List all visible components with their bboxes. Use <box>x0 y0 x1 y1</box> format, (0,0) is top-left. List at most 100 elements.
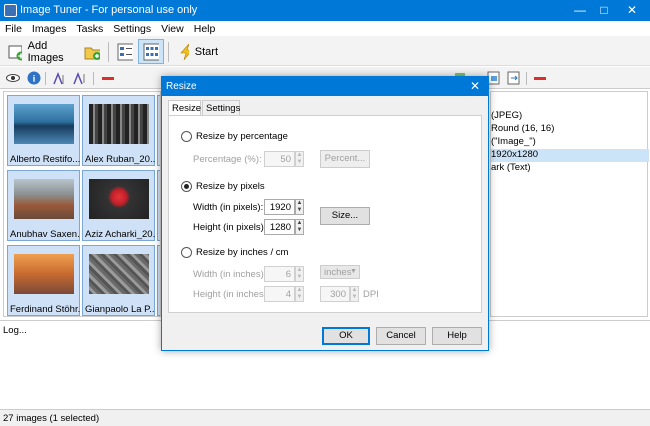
height-pixels-stepper[interactable]: ▲ ▼ <box>295 219 304 235</box>
cancel-button[interactable]: Cancel <box>376 327 426 345</box>
lightning-icon <box>180 43 189 60</box>
resize-tab-panel: Resize by percentage Percentage (%): 50 … <box>168 115 482 313</box>
height-inches-stepper[interactable]: ▲ ▼ <box>295 286 304 302</box>
height-inches-input[interactable]: 4 <box>264 286 295 302</box>
start-label: Start <box>194 45 218 58</box>
thumbnail-caption: Aziz Acharki_20... <box>85 229 155 240</box>
height-pixels-label: Height (in pixels): <box>193 222 267 233</box>
menu-images[interactable]: Images <box>27 21 71 35</box>
toolbar-separator <box>45 72 46 85</box>
height-pixels-input[interactable]: 1280 <box>264 219 295 235</box>
menu-tasks[interactable]: Tasks <box>71 21 108 35</box>
dialog-close-icon[interactable]: ✕ <box>470 79 480 93</box>
remove-task-icon[interactable] <box>532 70 548 86</box>
thumbnail-caption: Alex Ruban_20... <box>85 154 155 165</box>
thumbnail-image <box>89 104 149 144</box>
thumbnail-caption: Gianpaolo La P... <box>85 304 155 315</box>
dpi-input[interactable]: 300 <box>320 286 350 302</box>
percentage-input[interactable]: 50 <box>264 151 295 167</box>
status-text: 27 images (1 selected) <box>3 413 100 424</box>
toolbar-separator <box>168 42 169 62</box>
app-icon <box>4 4 17 17</box>
percentage-label: Percentage (%): <box>193 154 262 165</box>
unit-select[interactable]: inches ▼ <box>320 265 360 279</box>
resize-by-pixels-radio[interactable] <box>181 181 192 192</box>
image-thumbnail[interactable]: Alberto Restifo... <box>7 95 80 166</box>
maximize-button[interactable]: □ <box>590 0 618 21</box>
percentage-stepper[interactable]: ▲ ▼ <box>295 151 304 167</box>
property-line: ark (Text) <box>491 162 531 173</box>
ok-button[interactable]: OK <box>322 327 370 345</box>
add-images-label: Add Images <box>27 39 64 64</box>
start-button[interactable]: Start <box>174 39 222 64</box>
task-export-icon[interactable] <box>506 70 522 86</box>
thumbnail-caption: Anubhav Saxen... <box>10 229 80 240</box>
image-thumbnail[interactable]: Anubhav Saxen... <box>7 170 80 241</box>
toolbar-separator <box>526 72 527 85</box>
width-inches-label: Width (in inches): <box>193 269 267 280</box>
status-bar: 27 images (1 selected) <box>0 409 650 426</box>
chevron-down-icon: ▼ <box>350 268 357 275</box>
resize-dialog: Resize ✕ Resize Settings Resize by perce… <box>161 76 489 351</box>
sort-descending-icon[interactable] <box>72 70 88 86</box>
remove-image-icon[interactable] <box>100 70 116 86</box>
help-button[interactable]: Help <box>432 327 482 345</box>
property-line: ("Image_") <box>491 136 536 147</box>
thumbnail-image <box>14 254 74 294</box>
toolbar-separator <box>93 72 94 85</box>
image-thumbnail[interactable]: Alex Ruban_20... <box>82 95 155 166</box>
menu-help[interactable]: Help <box>189 21 221 35</box>
thumbnail-image <box>89 179 149 219</box>
dpi-label: DPI <box>363 289 379 300</box>
property-line-selected[interactable]: 1920x1280 <box>491 149 649 162</box>
menu-view[interactable]: View <box>156 21 189 35</box>
resize-by-percentage-label: Resize by percentage <box>196 131 288 142</box>
task-properties-panel: (JPEG) Round (16, 16) ("Image_") 1920x12… <box>490 91 649 317</box>
image-thumbnail[interactable]: Ferdinand Stöhr... <box>7 245 80 316</box>
add-folder-icon <box>84 47 100 60</box>
toolbar-separator <box>108 42 109 62</box>
menu-bar: File Images Tasks Settings View Help <box>0 21 650 36</box>
list-view-icon <box>117 43 133 60</box>
title-bar: Image Tuner - For personal use only — □ … <box>0 0 650 21</box>
thumbnail-caption: Ferdinand Stöhr... <box>10 304 80 315</box>
resize-by-pixels-label: Resize by pixels <box>196 181 265 192</box>
window-title: Image Tuner - For personal use only <box>20 4 198 16</box>
width-pixels-input[interactable]: 1920 <box>264 199 295 215</box>
size-button[interactable]: Size... <box>320 207 370 225</box>
image-list: Alberto Restifo... Alex Ruban_20... Anub… <box>3 91 161 317</box>
dialog-title-bar: Resize ✕ <box>162 77 488 96</box>
width-inches-input[interactable]: 6 <box>264 266 295 282</box>
list-view-button[interactable] <box>113 39 137 64</box>
property-line: (JPEG) <box>491 110 523 121</box>
thumbnail-image <box>89 254 149 294</box>
property-line: Round (16, 16) <box>491 123 555 134</box>
width-inches-stepper[interactable]: ▲ ▼ <box>295 266 304 282</box>
eye-icon[interactable] <box>5 70 21 86</box>
thumbnail-view-button[interactable] <box>138 39 164 64</box>
add-folder-button[interactable] <box>80 39 104 64</box>
add-images-button[interactable]: Add Images <box>4 39 76 64</box>
resize-by-inches-radio[interactable] <box>181 247 192 258</box>
resize-by-inches-label: Resize by inches / cm <box>196 247 289 258</box>
log-label: Log... <box>3 325 27 336</box>
thumbnail-image <box>14 179 74 219</box>
image-thumbnail[interactable]: Aziz Acharki_20... <box>82 170 155 241</box>
image-thumbnail[interactable]: Gianpaolo La P... <box>82 245 155 316</box>
width-pixels-stepper[interactable]: ▲ ▼ <box>295 199 304 215</box>
close-window-button[interactable]: ✕ <box>618 0 646 21</box>
sort-ascending-icon[interactable] <box>52 70 68 86</box>
menu-settings[interactable]: Settings <box>108 21 156 35</box>
thumbnail-view-icon <box>143 43 159 60</box>
tab-settings[interactable]: Settings <box>202 100 240 116</box>
height-inches-label: Height (in inches): <box>193 289 270 300</box>
dialog-title: Resize <box>166 81 197 92</box>
resize-by-percentage-radio[interactable] <box>181 131 192 142</box>
width-pixels-label: Width (in pixels): <box>193 202 264 213</box>
dpi-stepper[interactable]: ▲ ▼ <box>350 286 359 302</box>
menu-file[interactable]: File <box>0 21 27 35</box>
info-icon[interactable]: i <box>26 70 42 86</box>
percent-button[interactable]: Percent... <box>320 150 370 168</box>
main-toolbar: Add Images Start <box>0 36 650 66</box>
thumbnail-image <box>14 104 74 144</box>
